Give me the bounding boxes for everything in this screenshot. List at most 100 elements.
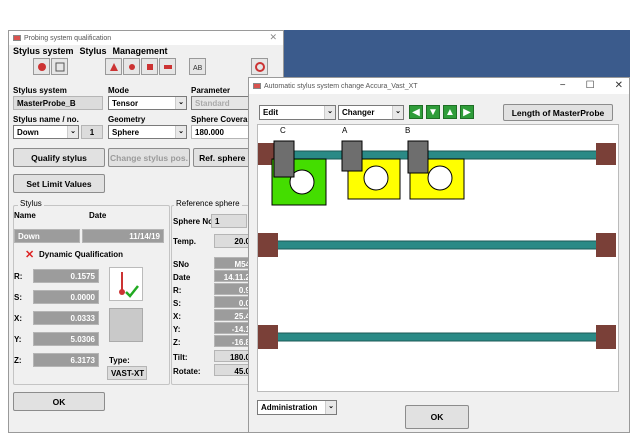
r-label: R: bbox=[14, 272, 23, 281]
arrow-up-icon[interactable]: ▲ bbox=[443, 105, 457, 119]
temp-label: Temp. bbox=[173, 237, 196, 246]
minimize-icon[interactable]: − bbox=[560, 80, 566, 91]
probe-icon[interactable] bbox=[33, 58, 50, 75]
change-stylus-pos-button[interactable]: Change stylus pos. bbox=[108, 148, 190, 167]
z2-label: Z: bbox=[173, 338, 181, 347]
menu-management[interactable]: Management bbox=[113, 46, 168, 56]
parameter-select[interactable]: Standard bbox=[191, 96, 253, 110]
sphere-coverage-label: Sphere Covera bbox=[191, 115, 248, 124]
close-icon[interactable]: ✕ bbox=[269, 32, 277, 43]
settings-icon[interactable] bbox=[251, 58, 268, 75]
probing-qualification-window: Probing system qualification ✕ Stylus sy… bbox=[8, 30, 284, 433]
stylus-system-field[interactable]: MasterProbe_B bbox=[13, 96, 103, 110]
tool-icon-2[interactable] bbox=[123, 58, 140, 75]
tilt-label: Tilt: bbox=[173, 353, 188, 362]
window-titlebar: Probing system qualification ✕ bbox=[9, 31, 283, 45]
arrow-right-icon[interactable]: ▶ bbox=[460, 105, 474, 119]
rail-3 bbox=[275, 332, 599, 342]
administration-select[interactable]: Administration ⌄ bbox=[257, 400, 337, 415]
length-of-masterprobe-button[interactable]: Length of MasterProbe bbox=[503, 104, 613, 121]
tool-icon-3[interactable] bbox=[141, 58, 158, 75]
stylus-name-value: Down bbox=[17, 128, 39, 137]
administration-value: Administration bbox=[261, 403, 318, 412]
ok-button[interactable]: OK bbox=[13, 392, 105, 411]
arrow-left-icon[interactable]: ◀ bbox=[409, 105, 423, 119]
app-icon bbox=[253, 83, 261, 89]
dynamic-qualification-label: Dynamic Qualification bbox=[39, 250, 124, 259]
y-label: Y: bbox=[14, 335, 22, 344]
sno-label: SNo bbox=[173, 260, 189, 269]
geometry-label: Geometry bbox=[108, 115, 146, 124]
changer-diagram bbox=[258, 140, 616, 349]
probe-config-icon[interactable] bbox=[51, 58, 68, 75]
chevron-down-icon: ⌄ bbox=[175, 97, 186, 109]
rail-3-right-end bbox=[596, 325, 616, 349]
z-label: Z: bbox=[14, 356, 22, 365]
x2-label: X: bbox=[173, 312, 181, 321]
tool-icon-4[interactable] bbox=[159, 58, 176, 75]
sphere-no-field[interactable]: 1 bbox=[211, 214, 247, 228]
type-label: Type: bbox=[109, 356, 130, 365]
reference-sphere-label: Reference sphere bbox=[174, 199, 242, 208]
stylus-row-date[interactable]: 11/14/19 bbox=[82, 229, 164, 243]
stylus-system-label: Stylus system bbox=[13, 86, 67, 95]
arrow-down-icon[interactable]: ▼ bbox=[426, 105, 440, 119]
s-value: 0.0000 bbox=[33, 290, 99, 304]
parameter-value: Standard bbox=[195, 99, 230, 108]
changer-head-c bbox=[273, 140, 295, 178]
chevron-down-icon: ⌄ bbox=[324, 106, 335, 119]
menu-stylus[interactable]: Stylus bbox=[80, 46, 107, 56]
ref-date-label: Date bbox=[173, 273, 191, 282]
rail-2 bbox=[275, 240, 599, 250]
rail-1-right-end bbox=[596, 143, 616, 165]
mode-select[interactable]: Tensor ⌄ bbox=[108, 96, 187, 110]
chevron-down-icon: ⌄ bbox=[325, 401, 336, 414]
geometry-select[interactable]: Sphere ⌄ bbox=[108, 125, 187, 139]
geometry-value: Sphere bbox=[112, 128, 140, 137]
rotate-label: Rotate: bbox=[173, 367, 201, 376]
menu-stylus-system[interactable]: Stylus system bbox=[13, 46, 74, 56]
x-label: X: bbox=[14, 314, 22, 323]
x-value: 0.0333 bbox=[33, 311, 99, 325]
changer-value: Changer bbox=[342, 108, 375, 117]
name-header: Name bbox=[14, 211, 36, 220]
close-icon[interactable]: ✕ bbox=[615, 80, 623, 91]
stylus-name-select[interactable]: Down ⌄ bbox=[13, 125, 79, 139]
rail-2-left-end bbox=[258, 233, 278, 257]
s2-label: S: bbox=[173, 299, 181, 308]
stylus-preview bbox=[109, 308, 143, 342]
stylus-group-label: Stylus bbox=[18, 199, 44, 208]
window-title: Automatic stylus system change Accura_Va… bbox=[264, 82, 418, 90]
edit-select[interactable]: Edit ⌄ bbox=[259, 105, 336, 120]
date-header: Date bbox=[89, 211, 107, 220]
r2-label: R: bbox=[173, 286, 182, 295]
stylus-row-name[interactable]: Down bbox=[14, 229, 80, 243]
menu-bar: Stylus system Stylus Management bbox=[9, 45, 283, 57]
app-icon bbox=[13, 35, 21, 41]
qualify-icon[interactable] bbox=[105, 58, 122, 75]
changer-select[interactable]: Changer ⌄ bbox=[338, 105, 404, 120]
stylus-no-field[interactable]: 1 bbox=[81, 125, 103, 139]
abc-icon[interactable]: AB bbox=[189, 58, 206, 75]
maximize-icon[interactable]: ☐ bbox=[586, 80, 595, 91]
stylus-sphere-b bbox=[427, 165, 453, 191]
chevron-down-icon: ⌄ bbox=[175, 126, 186, 138]
set-limit-values-button[interactable]: Set Limit Values bbox=[13, 174, 105, 193]
type-value: VAST-XT bbox=[107, 366, 147, 380]
window-controls: − ☐ ✕ bbox=[560, 80, 623, 91]
rail-1 bbox=[275, 150, 599, 160]
parameter-label: Parameter bbox=[191, 86, 231, 95]
sphere-coverage-field[interactable]: 180.000 bbox=[191, 125, 253, 139]
window-title: Probing system qualification bbox=[24, 34, 112, 42]
stylus-status-icon bbox=[109, 267, 143, 301]
stylus-sphere-a bbox=[363, 165, 389, 191]
y2-label: Y: bbox=[173, 325, 181, 334]
ok-button[interactable]: OK bbox=[405, 405, 469, 429]
qualify-stylus-button[interactable]: Qualify stylus bbox=[13, 148, 105, 167]
sphere-no-label: Sphere No. bbox=[173, 217, 216, 226]
rail-3-left-end bbox=[258, 325, 278, 349]
changer-head-b bbox=[407, 140, 429, 174]
desktop-background bbox=[283, 30, 630, 82]
stylus-change-window: Automatic stylus system change Accura_Va… bbox=[248, 77, 630, 433]
dynamic-qualification-x-icon: ✕ bbox=[25, 249, 35, 261]
